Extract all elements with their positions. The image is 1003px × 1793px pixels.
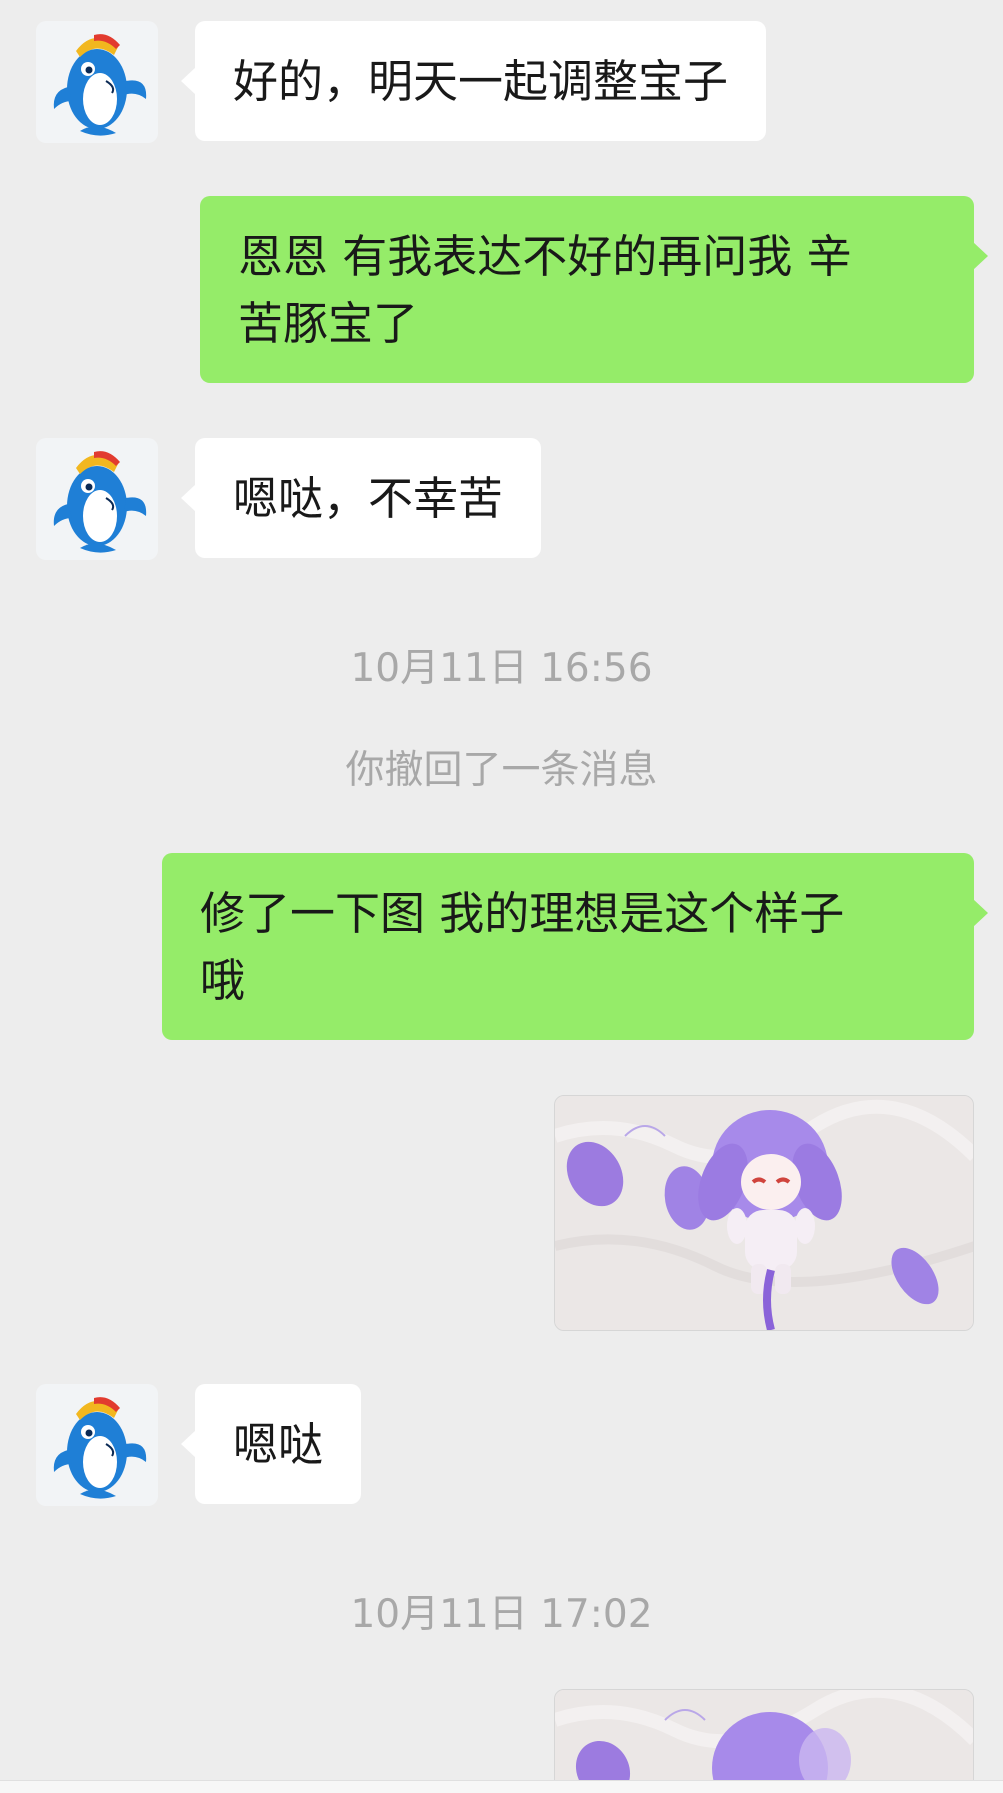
timestamp: 10月11日 17:02 bbox=[350, 1592, 653, 1637]
image-message[interactable] bbox=[554, 1689, 974, 1793]
plush-doll-photo bbox=[555, 1690, 973, 1792]
chat-window[interactable]: 好的，明天一起调整宝子 恩恩 有我表达不好的再问我 辛 苦豚宝了 嗯哒，不幸苦 … bbox=[0, 0, 1003, 1793]
message-bubble-outgoing[interactable]: 修了一下图 我的理想是这个样子 哦 bbox=[162, 853, 988, 1040]
plush-doll-photo bbox=[555, 1096, 973, 1330]
message-text: 嗯哒 bbox=[233, 1418, 324, 1471]
message-text: 嗯哒，不幸苦 bbox=[233, 472, 504, 525]
message-bubble-incoming[interactable]: 好的，明天一起调整宝子 bbox=[180, 21, 767, 141]
dolphin-mascot-icon bbox=[53, 34, 147, 136]
contact-avatar[interactable] bbox=[36, 1384, 158, 1506]
image-message[interactable] bbox=[554, 1095, 974, 1331]
contact-avatar[interactable] bbox=[36, 21, 158, 143]
message-text: 好的，明天一起调整宝子 bbox=[233, 55, 729, 108]
bottom-edge bbox=[0, 1780, 1003, 1793]
message-text-line: 苦豚宝了 bbox=[238, 297, 419, 350]
message-bubble-incoming[interactable]: 嗯哒，不幸苦 bbox=[180, 438, 542, 558]
message-text-line: 哦 bbox=[200, 954, 246, 1007]
message-text-line: 修了一下图 我的理想是这个样子 bbox=[200, 887, 845, 940]
timestamp: 10月11日 16:56 bbox=[350, 646, 653, 691]
message-bubble-outgoing[interactable]: 恩恩 有我表达不好的再问我 辛 苦豚宝了 bbox=[200, 196, 988, 383]
dolphin-mascot-icon bbox=[53, 1397, 147, 1499]
dolphin-mascot-icon bbox=[53, 451, 147, 553]
system-message-recalled: 你撤回了一条消息 bbox=[345, 748, 658, 793]
message-bubble-incoming[interactable]: 嗯哒 bbox=[180, 1384, 362, 1504]
contact-avatar[interactable] bbox=[36, 438, 158, 560]
message-text-line: 恩恩 有我表达不好的再问我 辛 bbox=[238, 230, 852, 283]
